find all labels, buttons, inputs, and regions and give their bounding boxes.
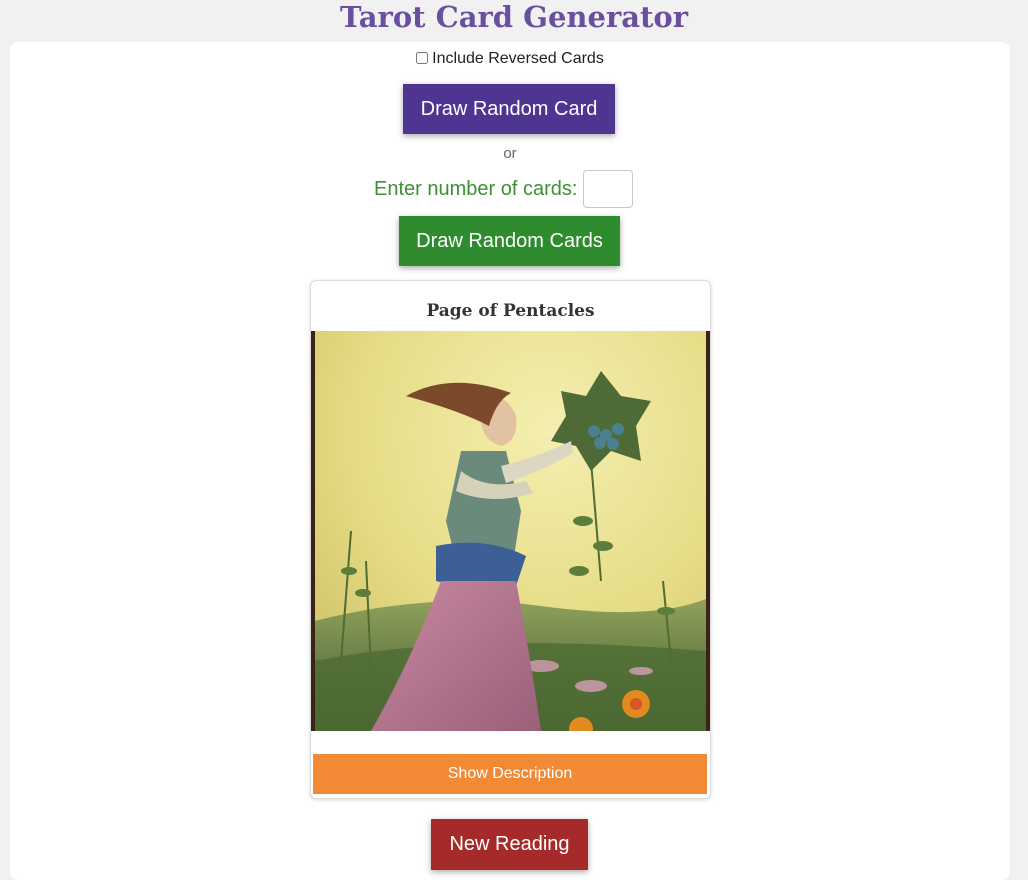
tarot-card: Page of Pentacles Show Description [310,280,711,799]
reversed-cards-option[interactable]: Include Reversed Cards [10,50,1010,68]
card-count-label: Enter number of cards: [374,177,578,200]
show-description-button[interactable]: Show Description [313,754,707,794]
draw-random-cards-button[interactable]: Draw Random Cards [399,216,620,266]
card-illustration [311,331,710,731]
reversed-cards-checkbox[interactable] [416,52,429,64]
card-count-row: Enter number of cards: [374,169,634,209]
reversed-cards-label: Include Reversed Cards [432,50,604,67]
card-name: Page of Pentacles [426,301,595,321]
or-separator: or [503,145,517,162]
draw-random-card-button[interactable]: Draw Random Card [403,84,615,134]
main-panel: Include Reversed Cards Draw Random Card … [10,42,1010,880]
new-reading-button[interactable]: New Reading [431,819,588,870]
card-count-input[interactable] [583,170,634,208]
page-title: Tarot Card Generator [339,0,689,34]
